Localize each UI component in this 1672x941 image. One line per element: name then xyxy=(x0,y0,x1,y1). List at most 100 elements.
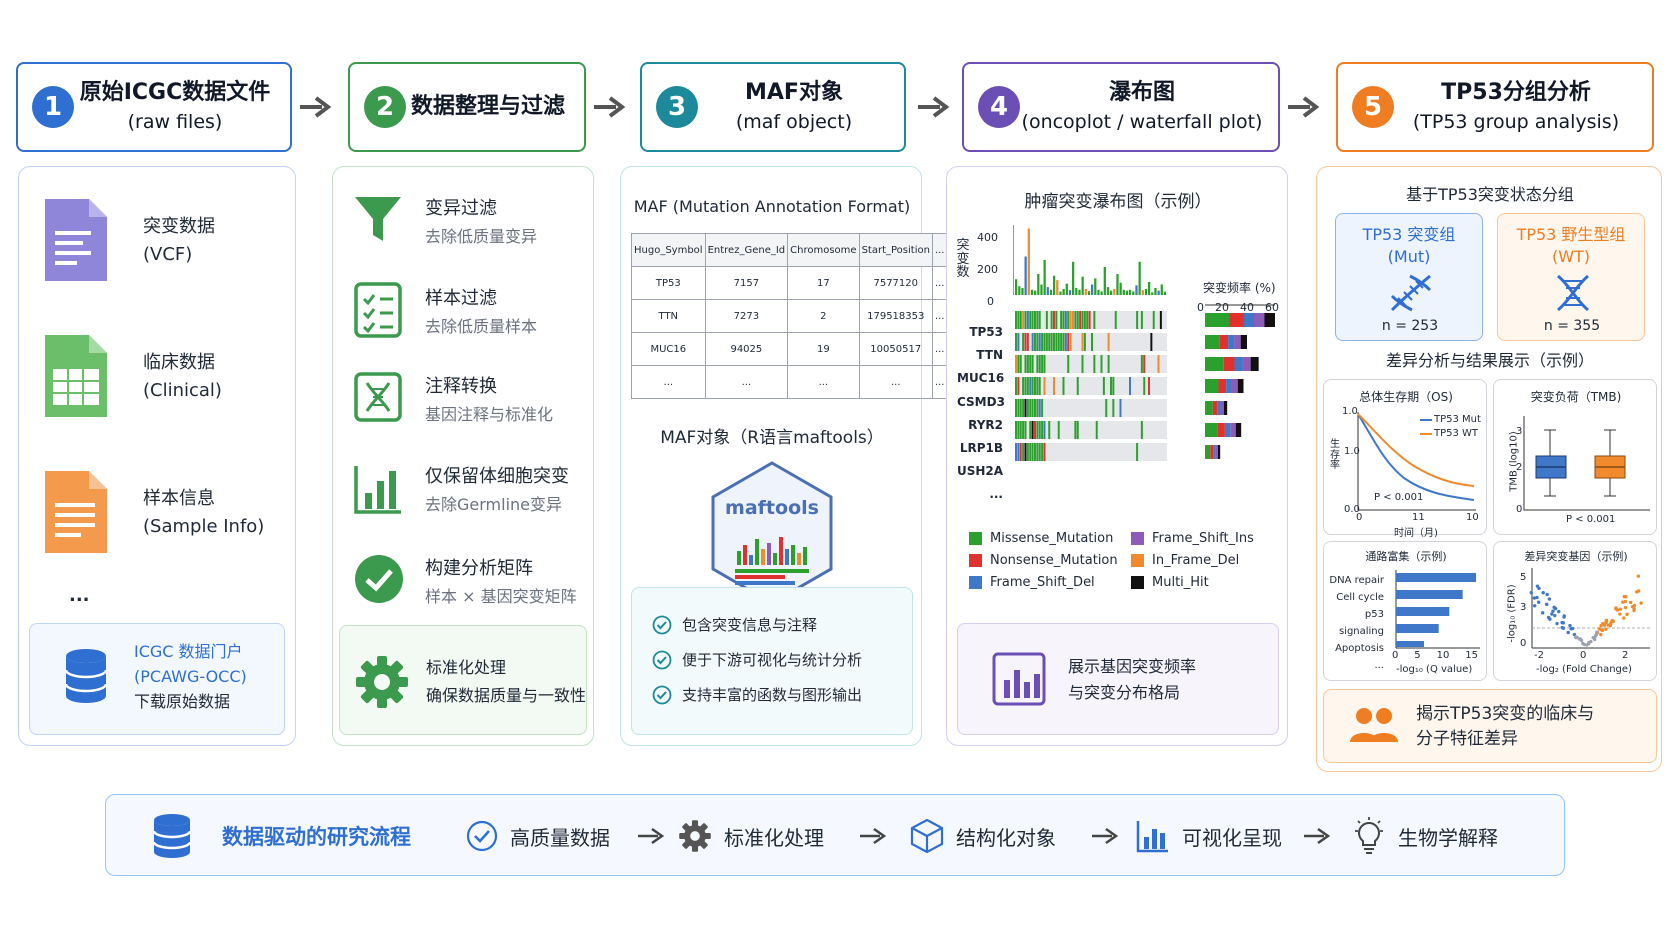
tmb-bar xyxy=(1037,274,1040,295)
volcano-point xyxy=(1573,635,1578,639)
gene-label: TP53 xyxy=(969,325,1003,339)
step-title: 仅保留体细胞突变 xyxy=(425,466,569,487)
legend-swatch xyxy=(1131,532,1144,545)
arrow-right-icon xyxy=(918,96,950,118)
pathway-enrichment-card: 通路富集（示例) DNA repair Cell cycle p53 signa… xyxy=(1323,541,1487,681)
mutation-cell xyxy=(1024,355,1027,373)
volcano-point xyxy=(1587,640,1591,645)
frequency-bar xyxy=(1219,335,1229,349)
tmb-bar xyxy=(1116,274,1119,295)
file-label: 样本信息 xyxy=(143,488,215,509)
tmb-bar xyxy=(1065,283,1068,295)
volcano-point xyxy=(1533,604,1537,608)
arrow-right-icon xyxy=(594,96,626,118)
feature-text: 包含突变信息与注释 xyxy=(682,616,818,634)
mutation-cell xyxy=(1060,333,1063,351)
mutation-cell xyxy=(1024,399,1027,417)
mutation-cell xyxy=(1024,377,1027,395)
mutation-cell xyxy=(1029,355,1032,373)
table-row: MUC16 94025 19 10050517 ... xyxy=(631,332,948,366)
tmb-bar xyxy=(1056,280,1059,295)
mutation-cell xyxy=(1136,443,1139,461)
tmb-bar xyxy=(1072,261,1075,295)
mutation-cell xyxy=(1088,311,1091,329)
gene-label: LRP1B xyxy=(959,441,1003,456)
mutation-cell xyxy=(1015,355,1017,373)
frequency-bar xyxy=(1235,423,1242,437)
volcano-plot-card: 差异突变基因（示例) -log₁₀ (FDR) 5 3 0 -2 0 2 -lo… xyxy=(1493,541,1657,681)
pathway-bar-chart xyxy=(1395,570,1480,649)
x-tick-label: 10 xyxy=(1466,512,1479,523)
volcano-point xyxy=(1623,605,1628,610)
table-header-cell: ... xyxy=(931,233,948,267)
analysis-title: 差异分析与结果展示（示例） xyxy=(1385,351,1594,370)
volcano-point xyxy=(1529,590,1533,595)
mutation-cell xyxy=(1017,355,1020,373)
mutation-cell xyxy=(1038,355,1041,373)
workflow-step: 高质量数据 xyxy=(510,825,610,850)
mutation-cell xyxy=(1140,355,1143,373)
legend-item: Frame_Shift_Ins xyxy=(1131,531,1254,546)
mutation-cell xyxy=(1093,355,1096,373)
frequency-bar xyxy=(1254,313,1265,327)
mutation-cell xyxy=(1024,333,1027,351)
feature-item: 便于下游可视化与统计分析 xyxy=(652,649,862,670)
mutation-cell xyxy=(1102,377,1105,395)
mutation-cell xyxy=(1031,443,1034,461)
stage-title: 原始ICGC数据文件 xyxy=(79,80,271,106)
volcano-point xyxy=(1599,624,1603,628)
volcano-point xyxy=(1639,601,1643,605)
pathway-bar xyxy=(1396,607,1450,616)
mutation-cell xyxy=(1119,399,1122,417)
panel-data-filtering: 变异过滤 去除低质量变异 样本过滤 去除低质量样本 注释转换 基因注释与标准化 … xyxy=(332,166,594,746)
tmb-bar xyxy=(1125,290,1129,295)
stage-subtitle: (maf object) xyxy=(735,111,853,134)
oncoplot-chart xyxy=(1013,225,1275,461)
frequency-bar xyxy=(1217,401,1221,415)
frequency-bar xyxy=(1218,379,1227,393)
mutation-cell xyxy=(1019,443,1022,461)
mutation-cell xyxy=(1062,333,1065,351)
p-value: P < 0.001 xyxy=(1374,492,1424,503)
volcano-point xyxy=(1562,614,1566,618)
mutation-cell xyxy=(1019,421,1022,439)
mutation-cell xyxy=(1069,311,1072,329)
tmb-bar xyxy=(1151,292,1154,295)
mutation-cell xyxy=(1038,333,1041,351)
maf-table: Hugo_Symbol Entrez_Gene_Id Chromosome St… xyxy=(631,233,948,399)
volcano-point xyxy=(1544,602,1549,607)
mutation-cell xyxy=(1152,311,1155,329)
feature-text: 便于下游可视化与统计分析 xyxy=(682,651,863,669)
mutation-cell xyxy=(1064,333,1067,351)
group-count: n = 253 xyxy=(1381,318,1439,334)
pathway-bar xyxy=(1396,590,1463,599)
volcano-point xyxy=(1557,609,1561,614)
standardize-subtitle: 确保数据质量与一致性 xyxy=(426,686,587,705)
y-tick-label: 3 xyxy=(1516,426,1523,437)
group-title: TP53 野生型组 xyxy=(1516,225,1626,244)
stage-header-2: 2 数据整理与过滤 xyxy=(348,62,586,152)
mutation-cell xyxy=(1081,333,1084,351)
mutation-cell xyxy=(1026,355,1029,373)
tmb-bar xyxy=(1091,284,1094,295)
table-cell: ... xyxy=(631,365,706,399)
legend-label: Frame_Shift_Ins xyxy=(1152,531,1254,546)
volcano-point xyxy=(1609,620,1613,624)
standardize-box: 标准化处理 确保数据质量与一致性 xyxy=(339,625,587,735)
table-cell: 94025 xyxy=(704,332,789,366)
mutation-cell xyxy=(1067,333,1070,351)
panel-tp53-group: 基于TP53突变状态分组 TP53 突变组 (Mut) n = 253 TP53… xyxy=(1316,166,1662,772)
feature-item: 包含突变信息与注释 xyxy=(652,614,862,635)
mutation-cell xyxy=(1076,421,1079,439)
tmb-bar xyxy=(1087,291,1091,295)
frequency-bar xyxy=(1230,423,1236,437)
mutation-cell xyxy=(1057,421,1060,439)
mutation-cell xyxy=(1060,311,1063,329)
mutation-cell xyxy=(1043,421,1046,439)
mutation-cell xyxy=(1022,377,1025,395)
volcano-point xyxy=(1570,626,1575,631)
tp53-mut-card: TP53 突变组 (Mut) n = 253 xyxy=(1335,213,1483,341)
oncoplot-summary-box: 展示基因突变频率 与突变分布格局 xyxy=(957,623,1279,735)
step-subtitle: 基因注释与标准化 xyxy=(425,404,554,424)
frequency-bar xyxy=(1237,379,1244,393)
